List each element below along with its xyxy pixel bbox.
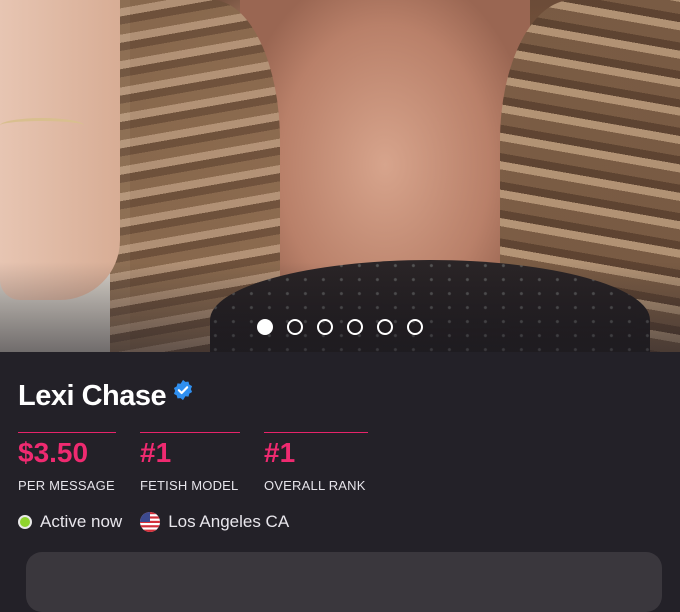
photo-subject bbox=[240, 0, 530, 300]
status-text: Active now bbox=[40, 512, 123, 531]
stat-price: $3.50 PER MESSAGE bbox=[18, 432, 116, 493]
photo-dot-4[interactable] bbox=[347, 319, 363, 335]
stat-fetish-rank-value: #1 bbox=[140, 437, 172, 468]
photo-bracelet bbox=[0, 118, 84, 133]
online-status-icon bbox=[18, 515, 32, 529]
stat-overall-rank: #1 OVERALL RANK bbox=[264, 432, 368, 493]
stat-price-value: $3.50 bbox=[18, 437, 89, 468]
stat-overall-rank-label: OVERALL RANK bbox=[264, 478, 366, 493]
profile-name: Lexi Chase bbox=[18, 380, 167, 412]
profile-photo[interactable] bbox=[0, 0, 680, 352]
photo-dot-6[interactable] bbox=[407, 319, 423, 335]
stat-price-label: PER MESSAGE bbox=[18, 478, 115, 493]
status-row: Active now Los Angeles CA bbox=[18, 512, 289, 532]
photo-pagination bbox=[0, 319, 680, 339]
us-flag-icon bbox=[140, 512, 161, 532]
photo-arm bbox=[0, 0, 120, 300]
profile-stats: $3.50 PER MESSAGE #1 FETISH MODEL #1 OVE… bbox=[18, 432, 392, 493]
photo-dot-5[interactable] bbox=[377, 319, 393, 335]
photo-dot-3[interactable] bbox=[317, 319, 333, 335]
verified-badge-icon bbox=[174, 379, 193, 401]
stat-fetish-rank-label: FETISH MODEL bbox=[140, 478, 239, 493]
location-text: Los Angeles CA bbox=[168, 512, 290, 531]
action-card[interactable] bbox=[26, 552, 662, 612]
stat-fetish-rank: #1 FETISH MODEL bbox=[140, 432, 240, 493]
photo-dot-2[interactable] bbox=[287, 319, 303, 335]
photo-dot-1[interactable] bbox=[257, 319, 273, 335]
stat-overall-rank-value: #1 bbox=[264, 437, 296, 468]
profile-header: Lexi Chase bbox=[18, 379, 194, 413]
